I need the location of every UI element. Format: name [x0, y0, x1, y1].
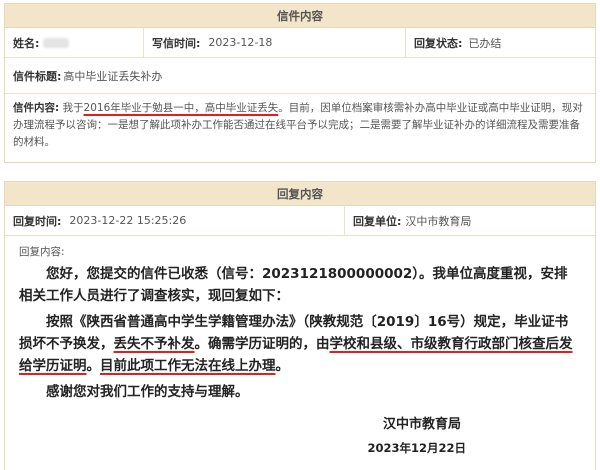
- reply-unit-value: 汉中市教育局: [405, 214, 472, 228]
- reply-paragraph-2: 按照《陕西省普通高中学生学籍管理办法》（陕教规范〔2019〕16号）规定，毕业证…: [19, 311, 581, 377]
- reply-body: 回复内容: 您好，您提交的信件已收悉（信号：2023121800000002）。…: [5, 236, 595, 456]
- reply-status-cell: 回复状态: 已办结: [405, 28, 595, 57]
- reply-unit-cell: 回复单位: 汉中市教育局: [344, 206, 595, 235]
- content-label: 信件内容:: [13, 102, 60, 114]
- write-time-label: 写信时间:: [152, 36, 201, 50]
- name-cell: 姓名:: [5, 28, 143, 57]
- letter-title-row: 信件标题: 高中毕业证丢失补办: [5, 58, 595, 94]
- reply-status-label: 回复状态:: [414, 36, 463, 50]
- p2-part-c: 。: [86, 358, 101, 374]
- p2-part-d: 。: [275, 358, 290, 374]
- reply-signature: 汉中市教育局: [382, 417, 461, 432]
- letter-meta-row: 姓名: 写信时间: 2023-12-18 回复状态: 已办结: [5, 28, 595, 58]
- reply-panel: 回复内容 回复时间: 2023-12-22 15:25:26 回复单位: 汉中市…: [4, 181, 596, 470]
- write-time-cell: 写信时间: 2023-12-18: [143, 28, 405, 57]
- title-cell: 信件标题: 高中毕业证丢失补办: [5, 58, 170, 93]
- reply-time-cell: 回复时间: 2023-12-22 15:25:26: [5, 206, 344, 235]
- p2-part-b: 。确需学历证明的，由: [194, 336, 330, 352]
- reply-time-value: 2023-12-22 15:25:26: [69, 214, 187, 227]
- title-value: 高中毕业证丢失补办: [63, 69, 163, 83]
- letter-header: 信件内容: [5, 4, 595, 28]
- content-underlined: 2016年毕业于勉县一中，高中毕业证丢失: [83, 102, 279, 114]
- reply-header: 回复内容: [5, 182, 595, 206]
- reply-meta-row: 回复时间: 2023-12-22 15:25:26 回复单位: 汉中市教育局: [5, 206, 595, 236]
- reply-time-label: 回复时间:: [13, 214, 62, 228]
- reply-content-label: 回复内容:: [19, 246, 65, 258]
- name-redacted: [43, 37, 70, 48]
- p2-underline-3: 目前此项工作无法在线上办理: [100, 358, 276, 374]
- content-pre: 我于: [62, 102, 84, 114]
- title-label: 信件标题:: [13, 69, 62, 83]
- reply-unit-label: 回复单位:: [353, 214, 402, 228]
- name-label: 姓名:: [13, 36, 40, 50]
- letter-content: 信件内容: 我于2016年毕业于勉县一中，高中毕业证丢失。目前，因单位档案审核需…: [5, 94, 595, 157]
- reply-date: 2023年12月22日: [367, 441, 466, 455]
- reply-paragraph-3: 感谢您对我们工作的支持与理解。: [46, 384, 249, 400]
- write-time-value: 2023-12-18: [208, 36, 273, 49]
- p2-underline-1: 丢失不予补发: [113, 336, 195, 352]
- reply-paragraph-1: 您好，您提交的信件已收悉（信号：2023121800000002）。我单位高度重…: [19, 266, 568, 304]
- reply-status-value: 已办结: [468, 36, 502, 50]
- letter-panel: 信件内容 姓名: 写信时间: 2023-12-18 回复状态: 已办结 信件标题…: [4, 3, 596, 163]
